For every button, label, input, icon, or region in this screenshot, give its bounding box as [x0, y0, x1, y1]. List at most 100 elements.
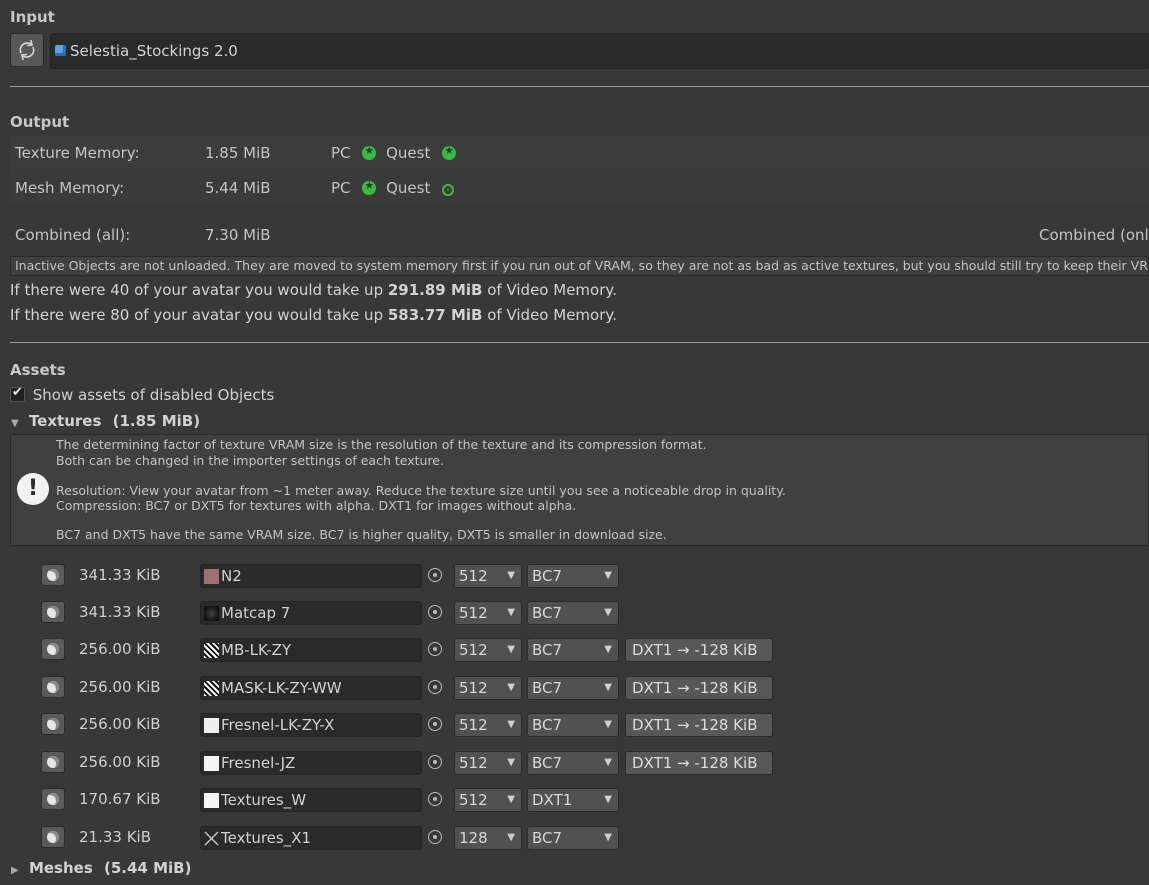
texture-help-box: ! The determining factor of texture VRAM…	[10, 434, 1149, 546]
pattern-icon	[204, 681, 219, 696]
combined-only-label: Combined (onl	[1039, 226, 1149, 244]
texture-size: 256.00 KiB	[79, 640, 161, 658]
resolution-dropdown[interactable]: 512 ▼	[454, 638, 522, 662]
resolution-dropdown[interactable]: 512 ▼	[454, 751, 522, 775]
texture-object-field[interactable]: Matcap 7	[200, 601, 422, 625]
resolution-dropdown[interactable]: 512 ▼	[454, 713, 522, 737]
excellent-star-icon	[442, 144, 457, 160]
refresh-button[interactable]	[10, 33, 44, 67]
textures-size: (1.85 MiB)	[112, 412, 201, 430]
object-picker-icon[interactable]	[428, 605, 442, 619]
help-line-2: Both can be changed in the importer sett…	[56, 453, 444, 468]
texture-name: Textures_W	[221, 791, 307, 809]
resolution-dropdown[interactable]: 512 ▼	[454, 601, 522, 625]
object-picker-icon[interactable]	[428, 792, 442, 806]
format-value: BC7	[532, 679, 563, 697]
object-picker-icon[interactable]	[428, 830, 442, 844]
dropdown-arrow-icon: ▼	[507, 794, 515, 805]
object-picker-icon[interactable]	[428, 680, 442, 694]
object-picker-icon[interactable]	[428, 717, 442, 731]
texture-object-field[interactable]: MB-LK-ZY	[200, 638, 422, 662]
show-disabled-label: Show assets of disabled Objects	[32, 386, 275, 404]
texture-row: 341.33 KiB Matcap 7 512 ▼ BC7 ▼	[0, 598, 1149, 628]
suggestion-text: DXT1 → -128 KiB	[632, 679, 758, 697]
inactive-objects-text: Inactive Objects are not unloaded. They …	[15, 258, 1149, 273]
object-picker-icon[interactable]	[428, 642, 442, 656]
vram-40-line: If there were 40 of your avatar you woul…	[10, 281, 617, 299]
format-dropdown[interactable]: DXT1 ▼	[527, 788, 619, 812]
texture-memory-label: Texture Memory:	[15, 144, 140, 162]
texture-size: 256.00 KiB	[79, 715, 161, 733]
select-texture-button[interactable]	[41, 713, 65, 735]
resolution-value: 512	[459, 641, 488, 659]
texture-name: Fresnel-JZ	[221, 754, 296, 772]
texture-size: 341.33 KiB	[79, 566, 161, 584]
format-dropdown[interactable]: BC7 ▼	[527, 638, 619, 662]
inactive-objects-note: Inactive Objects are not unloaded. They …	[10, 256, 1149, 276]
dropdown-arrow-icon: ▼	[507, 757, 515, 768]
mesh-pc-status: PC Quest	[331, 179, 455, 197]
format-value: BC7	[532, 641, 563, 659]
resolution-value: 512	[459, 567, 488, 585]
resolution-dropdown[interactable]: 128 ▼	[454, 826, 522, 850]
texture-name: Matcap 7	[221, 604, 291, 622]
dropdown-arrow-icon: ▼	[604, 794, 612, 805]
texture-size: 170.67 KiB	[79, 790, 161, 808]
checkbox[interactable]: ✔	[10, 385, 25, 402]
format-dropdown[interactable]: BC7 ▼	[527, 601, 619, 625]
dropdown-arrow-icon: ▼	[507, 570, 515, 581]
format-dropdown[interactable]: BC7 ▼	[527, 713, 619, 737]
format-dropdown[interactable]: BC7 ▼	[527, 751, 619, 775]
avatar-object-field[interactable]: Selestia_Stockings 2.0	[50, 33, 1149, 69]
divider	[10, 342, 1149, 343]
mesh-memory-label: Mesh Memory:	[15, 179, 125, 197]
dropdown-arrow-icon: ▼	[604, 832, 612, 843]
compression-suggestion-button[interactable]: DXT1 → -128 KiB	[625, 713, 773, 737]
dropdown-arrow-icon: ▼	[604, 607, 612, 618]
pattern-icon	[204, 643, 219, 658]
select-texture-button[interactable]	[41, 638, 65, 660]
object-picker-icon[interactable]	[428, 568, 442, 582]
quest-label: Quest	[386, 144, 431, 162]
suggestion-text: DXT1 → -128 KiB	[632, 754, 758, 772]
texture-object-field[interactable]: N2	[200, 564, 422, 588]
format-value: DXT1	[532, 791, 573, 809]
format-dropdown[interactable]: BC7 ▼	[527, 564, 619, 588]
texture-object-field[interactable]: Fresnel-LK-ZY-X	[200, 713, 422, 737]
compression-suggestion-button[interactable]: DXT1 → -128 KiB	[625, 638, 773, 662]
texture-row: 256.00 KiB Fresnel-JZ 512 ▼ BC7 ▼ DXT1 → -128 …	[0, 748, 1149, 778]
select-texture-button[interactable]	[41, 564, 65, 586]
textures-foldout[interactable]: ▼ Textures (1.85 MiB)	[11, 412, 200, 430]
resolution-dropdown[interactable]: 512 ▼	[454, 676, 522, 700]
select-texture-button[interactable]	[41, 676, 65, 698]
vram-40-value: 291.89 MiB	[387, 281, 483, 299]
select-texture-button[interactable]	[41, 751, 65, 773]
compression-suggestion-button[interactable]: DXT1 → -128 KiB	[625, 751, 773, 775]
output-section-title: Output	[10, 113, 70, 131]
prefab-cube-icon	[55, 45, 66, 56]
texture-object-field[interactable]: Textures_W	[200, 788, 422, 812]
select-texture-button[interactable]	[41, 601, 65, 623]
excellent-star-icon	[362, 144, 377, 160]
vram-80-suffix: of Video Memory.	[482, 306, 617, 324]
texture-object-field[interactable]: Textures_X1	[200, 826, 422, 850]
object-picker-icon[interactable]	[428, 755, 442, 769]
white-swatch-icon	[204, 756, 219, 771]
resolution-dropdown[interactable]: 512 ▼	[454, 564, 522, 588]
compression-suggestion-button[interactable]: DXT1 → -128 KiB	[625, 676, 773, 700]
resolution-dropdown[interactable]: 512 ▼	[454, 788, 522, 812]
format-dropdown[interactable]: BC7 ▼	[527, 676, 619, 700]
vram-40-suffix: of Video Memory.	[482, 281, 617, 299]
select-texture-button[interactable]	[41, 788, 65, 810]
format-dropdown[interactable]: BC7 ▼	[527, 826, 619, 850]
dropdown-arrow-icon: ▼	[604, 757, 612, 768]
dropdown-arrow-icon: ▼	[507, 607, 515, 618]
select-texture-button[interactable]	[41, 826, 65, 848]
show-disabled-toggle[interactable]: ✔ Show assets of disabled Objects	[10, 385, 275, 404]
texture-object-field[interactable]: Fresnel-JZ	[200, 751, 422, 775]
texture-size: 341.33 KiB	[79, 603, 161, 621]
resolution-value: 512	[459, 679, 488, 697]
texture-object-field[interactable]: MASK-LK-ZY-WW	[200, 676, 422, 700]
meshes-foldout[interactable]: ▶ Meshes (5.44 MiB)	[11, 859, 191, 877]
texture-row: 170.67 KiB Textures_W 512 ▼ DXT1 ▼	[0, 785, 1149, 815]
